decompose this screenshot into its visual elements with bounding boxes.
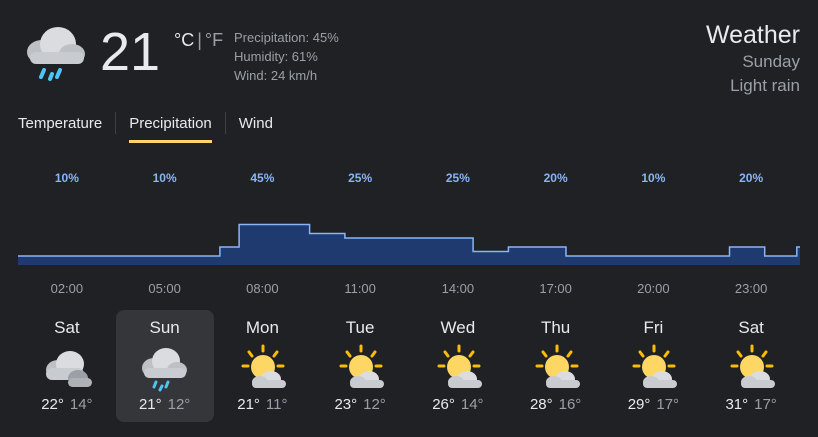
time-tick-label: 20:00 xyxy=(637,281,670,296)
humidity-text: Humidity: 61% xyxy=(234,49,318,64)
day-forecast-mon[interactable]: Mon 21° 11° xyxy=(214,310,312,422)
current-details: Precipitation: 45% Humidity: 61% Wind: 2… xyxy=(234,28,339,85)
partly-sunny-icon xyxy=(241,344,287,388)
partly-sunny-icon xyxy=(632,344,678,388)
time-tick-label: 23:00 xyxy=(735,281,768,296)
day-forecast-tue[interactable]: Tue 23° 12° xyxy=(311,310,409,422)
high-temp: 28° xyxy=(529,396,553,413)
time-tick-label: 05:00 xyxy=(148,281,181,296)
rain-cloud-icon xyxy=(27,27,85,81)
day-temperatures: 21° 12° xyxy=(116,396,214,413)
high-temp: 22° xyxy=(41,396,64,413)
weather-header: Weather Sunday Light rain xyxy=(706,20,800,98)
partly-sunny-icon xyxy=(730,344,776,388)
low-temp: 12° xyxy=(363,396,386,413)
day-temperatures: 29° 17° xyxy=(605,396,703,413)
day-forecast-sun[interactable]: Sun 21° 12° xyxy=(115,310,214,422)
daily-forecast: Sat 22° 14° Sun 21° 12° Mon 21° 11° Tue 23° 12° Wed 2… xyxy=(18,310,800,422)
partly-sunny-icon xyxy=(535,344,580,388)
day-temperatures: 23° 12° xyxy=(311,396,409,413)
precip-value-label: 10% xyxy=(641,171,665,185)
rain-cloud-icon xyxy=(141,348,187,392)
precip-value-label: 45% xyxy=(250,171,274,185)
precip-value-label: 20% xyxy=(739,171,763,185)
day-forecast-thu[interactable]: Thu 28° 16° xyxy=(507,310,605,422)
day-forecast-fri[interactable]: Fri 29° 17° xyxy=(605,310,703,422)
current-day: Sunday xyxy=(742,52,800,71)
day-temperatures: 26° 14° xyxy=(409,396,507,413)
low-temp: 12° xyxy=(167,396,191,413)
day-name: Sat xyxy=(738,318,764,337)
high-temp: 26° xyxy=(432,396,455,413)
high-temp: 21° xyxy=(138,396,162,413)
tab-temperature[interactable]: Temperature xyxy=(18,112,102,143)
low-temp: 17° xyxy=(754,396,777,413)
precip-value-label: 10% xyxy=(153,171,177,185)
precip-value-label: 25% xyxy=(348,171,372,185)
day-forecast-sat[interactable]: Sat 31° 17° xyxy=(702,310,800,422)
low-temp: 11° xyxy=(265,396,288,413)
tab-divider xyxy=(224,112,226,134)
day-name: Sat xyxy=(54,318,80,337)
current-temperature: 21 xyxy=(100,22,161,82)
time-tick-label: 08:00 xyxy=(246,281,279,296)
precipitation-text: Precipitation: 45% xyxy=(234,30,339,45)
time-tick-label: 17:00 xyxy=(539,281,572,296)
chart-tabs: Temperature Precipitation Wind xyxy=(18,112,273,143)
unit-separator: | xyxy=(197,30,202,50)
weather-title: Weather xyxy=(705,21,800,49)
day-name: Wed xyxy=(440,318,476,337)
high-temp: 21° xyxy=(237,396,260,413)
precip-value-label: 20% xyxy=(544,171,568,185)
low-temp: 16° xyxy=(558,396,582,413)
day-temperatures: 28° 16° xyxy=(507,396,605,413)
precip-value-label: 25% xyxy=(446,171,470,185)
partly-sunny-icon xyxy=(437,344,482,388)
day-name: Sun xyxy=(149,318,180,337)
high-temp: 23° xyxy=(334,396,358,413)
fahrenheit-toggle[interactable]: °F xyxy=(205,30,223,50)
unit-toggle: °C | °F xyxy=(174,30,223,51)
tab-precipitation[interactable]: Precipitation xyxy=(129,112,212,143)
day-name: Mon xyxy=(245,318,279,337)
precipitation-area xyxy=(18,224,800,265)
high-temp: 29° xyxy=(627,396,651,413)
day-temperatures: 31° 17° xyxy=(702,396,800,413)
partly-sunny-icon xyxy=(339,344,385,388)
precipitation-chart: 10% 02:00 10% 05:00 45% 08:00 25% 11:00 25% 14:00… xyxy=(18,171,800,296)
wind-text: Wind: 24 km/h xyxy=(234,68,318,83)
day-name: Thu xyxy=(540,318,571,337)
day-temperatures: 22° 14° xyxy=(18,396,116,413)
high-temp: 31° xyxy=(725,396,749,413)
tab-wind[interactable]: Wind xyxy=(239,112,273,143)
time-tick-label: 11:00 xyxy=(344,281,376,296)
tab-divider xyxy=(115,112,117,134)
low-temp: 17° xyxy=(656,396,680,413)
time-tick-label: 14:00 xyxy=(442,281,475,296)
time-tick-label: 02:00 xyxy=(51,281,84,296)
celsius-toggle[interactable]: °C xyxy=(174,30,194,50)
cloudy-icon xyxy=(45,351,92,387)
low-temp: 14° xyxy=(69,396,93,413)
precip-value-label: 10% xyxy=(55,171,79,185)
current-condition: Light rain xyxy=(730,76,800,95)
day-name: Tue xyxy=(345,318,375,337)
day-forecast-wed[interactable]: Wed 26° 14° xyxy=(409,310,507,422)
day-temperatures: 21° 11° xyxy=(214,396,312,413)
day-name: Fri xyxy=(643,318,664,337)
low-temp: 14° xyxy=(460,396,484,413)
day-forecast-sat[interactable]: Sat 22° 14° xyxy=(18,310,116,422)
